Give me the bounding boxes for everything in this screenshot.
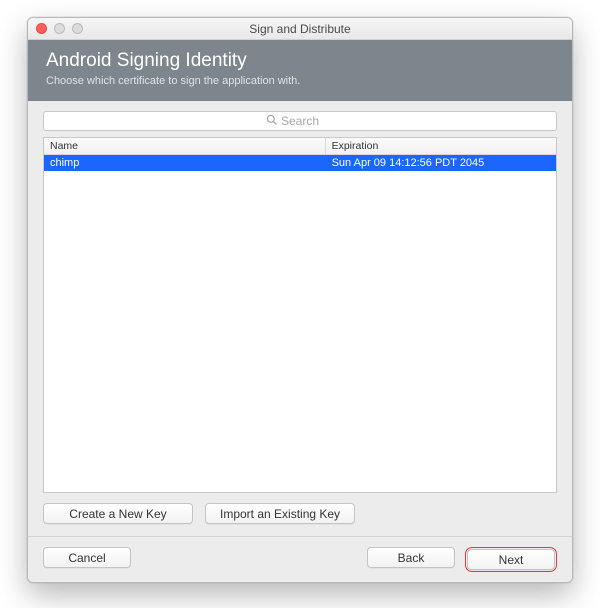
cell-name: chimp (44, 155, 326, 171)
window-controls (28, 23, 83, 34)
header-banner: Android Signing Identity Choose which ce… (28, 40, 572, 101)
table-row[interactable]: chimp Sun Apr 09 14:12:56 PDT 2045 (44, 155, 556, 171)
page-subtitle: Choose which certificate to sign the app… (46, 75, 554, 87)
window-title: Sign and Distribute (28, 22, 572, 36)
column-name[interactable]: Name (44, 138, 326, 154)
table-header: Name Expiration (44, 138, 556, 155)
create-key-button[interactable]: Create a New Key (43, 503, 193, 524)
content-area: Name Expiration chimp Sun Apr 09 14:12:5… (28, 101, 572, 536)
maximize-icon (72, 23, 83, 34)
search-field-wrap (43, 111, 557, 131)
next-button[interactable]: Next (467, 549, 555, 570)
close-icon[interactable] (36, 23, 47, 34)
table-body[interactable]: chimp Sun Apr 09 14:12:56 PDT 2045 (44, 155, 556, 492)
import-key-button[interactable]: Import an Existing Key (205, 503, 355, 524)
dialog-window: Sign and Distribute Android Signing Iden… (27, 17, 573, 583)
page-title: Android Signing Identity (46, 50, 554, 72)
column-expiration[interactable]: Expiration (326, 138, 556, 154)
key-actions: Create a New Key Import an Existing Key (43, 503, 557, 524)
footer-bar: Cancel Back Next (28, 536, 572, 582)
back-button[interactable]: Back (367, 547, 455, 568)
footer-right-group: Back Next (367, 547, 557, 572)
cancel-button[interactable]: Cancel (43, 547, 131, 568)
titlebar: Sign and Distribute (28, 18, 572, 40)
cell-expiration: Sun Apr 09 14:12:56 PDT 2045 (326, 155, 556, 171)
next-button-highlight: Next (465, 547, 557, 572)
certificate-list: Name Expiration chimp Sun Apr 09 14:12:5… (43, 137, 557, 493)
footer-spacer (131, 547, 367, 572)
minimize-icon (54, 23, 65, 34)
search-input[interactable] (43, 111, 557, 131)
